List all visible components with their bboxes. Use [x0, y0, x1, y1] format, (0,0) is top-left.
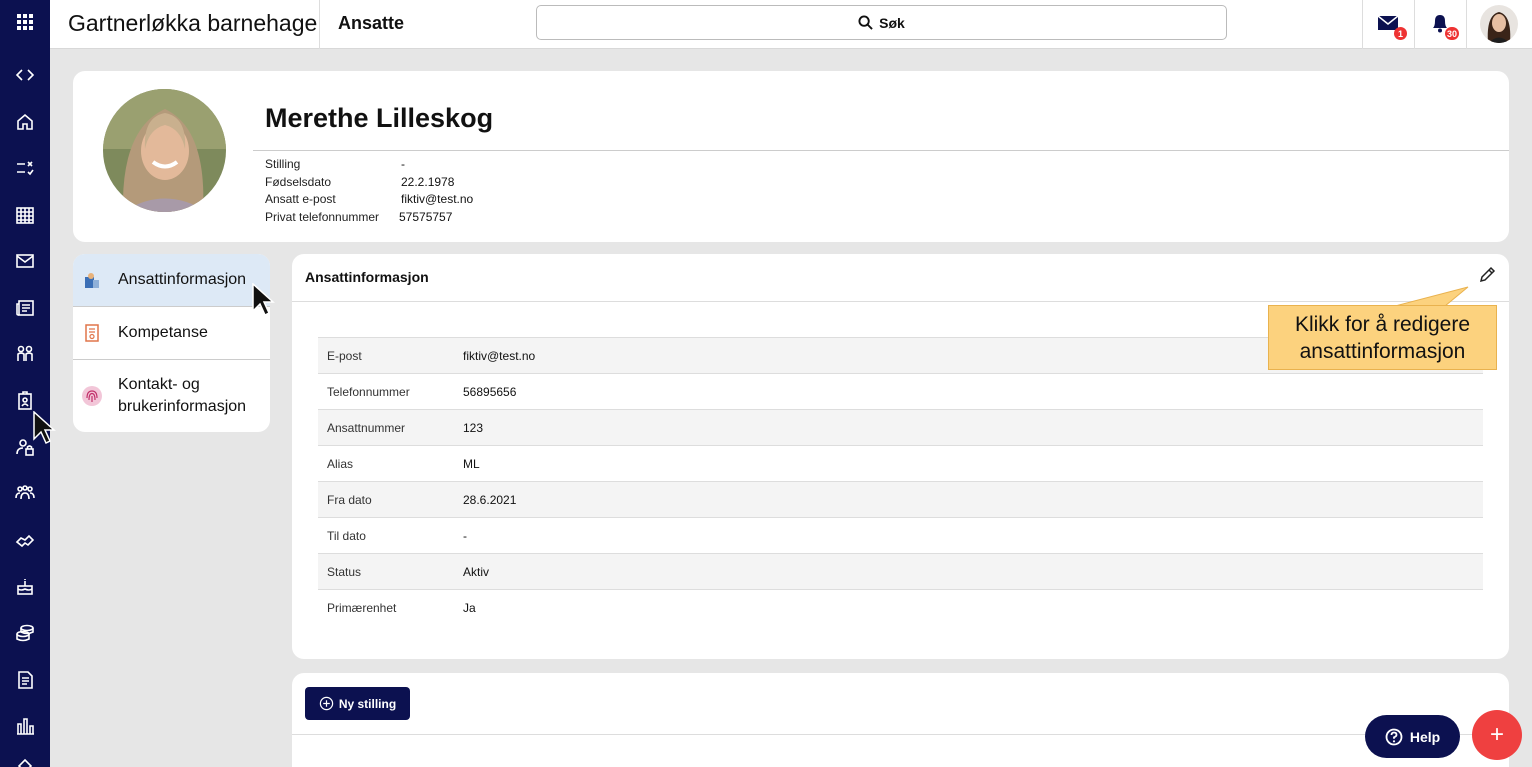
info-row-status: Status Aktiv [318, 553, 1483, 589]
tooltip-line: ansattinformasjon [1299, 340, 1466, 363]
side-navigation [0, 0, 50, 767]
profile-card: Merethe Lilleskog Stilling - Fødselsdato… [73, 71, 1509, 242]
employee-name: Merethe Lilleskog [265, 103, 494, 133]
search-icon [858, 15, 873, 30]
menu-item-kontakt-og-brukerinformasjon[interactable]: Kontakt- og brukerinformasjon [73, 360, 270, 432]
add-fab-button[interactable]: + [1472, 710, 1522, 760]
notifications-button[interactable]: 30 [1429, 12, 1459, 40]
divider [1414, 0, 1415, 49]
row-value: 123 [463, 421, 484, 435]
tooltip-line: Klikk for å redigere [1294, 313, 1471, 336]
divider [253, 150, 1509, 151]
employee-section-menu: Ansattinformasjon Kompetanse Kontakt- og… [73, 254, 270, 432]
page-title: Ansatte [338, 13, 405, 33]
row-value: Aktiv [463, 565, 490, 579]
info-row-to-date: Til dato - [318, 517, 1483, 553]
row-value: 28.6.2021 [463, 493, 517, 507]
checklist-icon[interactable] [13, 156, 37, 180]
news-icon[interactable] [13, 296, 37, 320]
user-avatar[interactable] [1480, 5, 1518, 43]
menu-item-label: Ansattinformasjon [118, 271, 247, 288]
notification-badge: 30 [1444, 27, 1459, 40]
divider [1362, 0, 1363, 49]
divider [292, 301, 1509, 302]
row-value: ML [463, 457, 480, 471]
menu-item-ansattinformasjon[interactable]: Ansattinformasjon [73, 254, 270, 306]
edit-hint-tooltip: Klikk for å redigere ansattinformasjon [1268, 305, 1497, 370]
question-circle-icon [1385, 728, 1403, 745]
tooltip-pointer [1395, 286, 1469, 307]
mail-icon[interactable] [13, 249, 37, 273]
divider [319, 0, 320, 49]
more-nav-icon[interactable] [13, 756, 37, 767]
menu-item-label: Kontakt- og brukerinformasjon [118, 376, 247, 415]
menu-item-label: Kompetanse [118, 324, 208, 341]
field-value: - [401, 157, 405, 171]
certificate-icon [85, 324, 99, 342]
handshake-icon[interactable] [13, 528, 37, 552]
collapse-toggle-icon[interactable] [13, 63, 37, 87]
edit-button[interactable] [1478, 266, 1496, 284]
divider [292, 734, 1509, 735]
profile-photo [103, 89, 226, 212]
organization-name[interactable]: Gartnerløkka barnehage [68, 10, 317, 37]
home-icon[interactable] [13, 110, 37, 134]
help-label: Help [1409, 728, 1441, 745]
section-title: Ansattinformasjon [305, 269, 429, 285]
row-label: Status [327, 565, 362, 579]
info-row-primary-unit: Primærenhet Ja [318, 589, 1483, 625]
row-label: Alias [327, 457, 354, 471]
search-label: Søk [879, 14, 905, 31]
row-value: - [463, 529, 467, 543]
row-label: Fra dato [327, 493, 372, 507]
cake-icon[interactable] [13, 574, 37, 598]
employee-badge-icon[interactable] [13, 389, 37, 413]
employee-info-table: E-post fiktiv@test.no Telefonnummer 5689… [318, 337, 1483, 625]
new-position-button[interactable]: Ny stilling [305, 687, 410, 720]
row-label: Telefonnummer [327, 385, 410, 399]
employee-info-icon [85, 273, 99, 288]
row-label: E-post [327, 349, 362, 363]
field-label: Stilling [265, 157, 301, 171]
field-value: 22.2.1978 [401, 175, 455, 189]
top-bar: Gartnerløkka barnehage Ansatte Søk 1 30 [50, 0, 1532, 49]
children-icon[interactable] [13, 342, 37, 366]
positions-card: Ny stilling [292, 673, 1509, 767]
info-row-alias: Alias ML [318, 445, 1483, 481]
row-label: Primærenhet [327, 601, 397, 615]
row-label: Til dato [327, 529, 366, 543]
apps-grid-icon[interactable] [13, 10, 37, 34]
pencil-icon [1479, 266, 1496, 283]
bar-chart-icon[interactable] [13, 714, 37, 738]
info-row-employee-number: Ansattnummer 123 [318, 409, 1483, 445]
row-value: Ja [463, 601, 476, 615]
search-input[interactable]: Søk [536, 5, 1227, 40]
coins-icon[interactable] [13, 621, 37, 645]
document-icon[interactable] [13, 668, 37, 692]
menu-item-kompetanse[interactable]: Kompetanse [73, 307, 270, 359]
field-value: fiktiv@test.no [401, 192, 474, 206]
row-label: Ansattnummer [327, 421, 406, 435]
plus-circle-icon [319, 696, 334, 711]
fingerprint-icon [82, 386, 102, 406]
groups-icon[interactable] [13, 481, 37, 505]
button-label: Ny stilling [338, 696, 397, 711]
info-row-phone: Telefonnummer 56895656 [318, 373, 1483, 409]
field-value: 57575757 [399, 210, 453, 224]
help-button[interactable]: Help [1365, 715, 1460, 758]
mouse-pointer-icon [252, 283, 275, 317]
calendar-icon[interactable] [13, 203, 37, 227]
messages-button[interactable]: 1 [1377, 12, 1407, 40]
info-row-from-date: Fra dato 28.6.2021 [318, 481, 1483, 517]
row-value: fiktiv@test.no [463, 349, 536, 363]
mail-badge: 1 [1394, 27, 1407, 40]
row-value: 56895656 [463, 385, 517, 399]
mouse-pointer-icon [33, 411, 56, 445]
divider [1466, 0, 1467, 49]
